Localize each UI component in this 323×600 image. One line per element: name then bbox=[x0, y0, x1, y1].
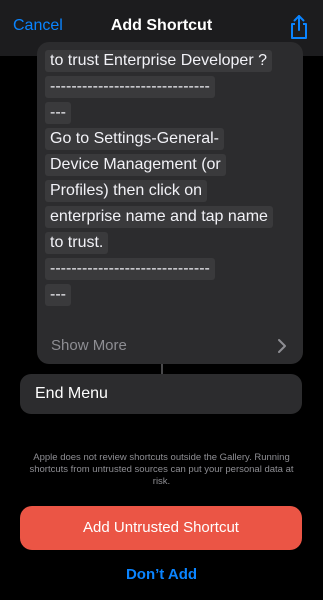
text-line: ------------------------------ bbox=[45, 76, 215, 98]
text-line: to trust Enterprise Developer ? bbox=[45, 50, 272, 72]
text-line: --- bbox=[45, 102, 71, 124]
text-content: to trust Enterprise Developer ? --------… bbox=[45, 50, 299, 310]
text-line: Go to Settings-General- bbox=[45, 128, 224, 150]
chevron-right-icon bbox=[276, 337, 288, 355]
show-more-label: Show More bbox=[51, 337, 127, 354]
text-line: ------------------------------ bbox=[45, 258, 215, 280]
text-line: Profiles) then click on bbox=[45, 180, 208, 202]
show-more-button[interactable]: Show More bbox=[37, 330, 303, 364]
action-connector bbox=[161, 364, 163, 374]
text-action-card[interactable]: to trust Enterprise Developer ? --------… bbox=[37, 42, 303, 364]
add-untrusted-shortcut-button[interactable]: Add Untrusted Shortcut bbox=[20, 506, 302, 550]
dont-add-button[interactable]: Don’t Add bbox=[0, 566, 323, 583]
end-menu-label: End Menu bbox=[35, 385, 108, 402]
text-line: Device Management (or bbox=[45, 154, 226, 176]
page-title: Add Shortcut bbox=[110, 17, 213, 34]
text-line: to trust. bbox=[45, 232, 109, 254]
untrusted-notice: Apple does not review shortcuts outside … bbox=[29, 452, 294, 487]
text-line: --- bbox=[45, 284, 71, 306]
share-icon[interactable] bbox=[288, 14, 310, 40]
end-menu-action[interactable]: End Menu bbox=[20, 374, 302, 414]
text-line: enterprise name and tap name bbox=[45, 206, 273, 228]
